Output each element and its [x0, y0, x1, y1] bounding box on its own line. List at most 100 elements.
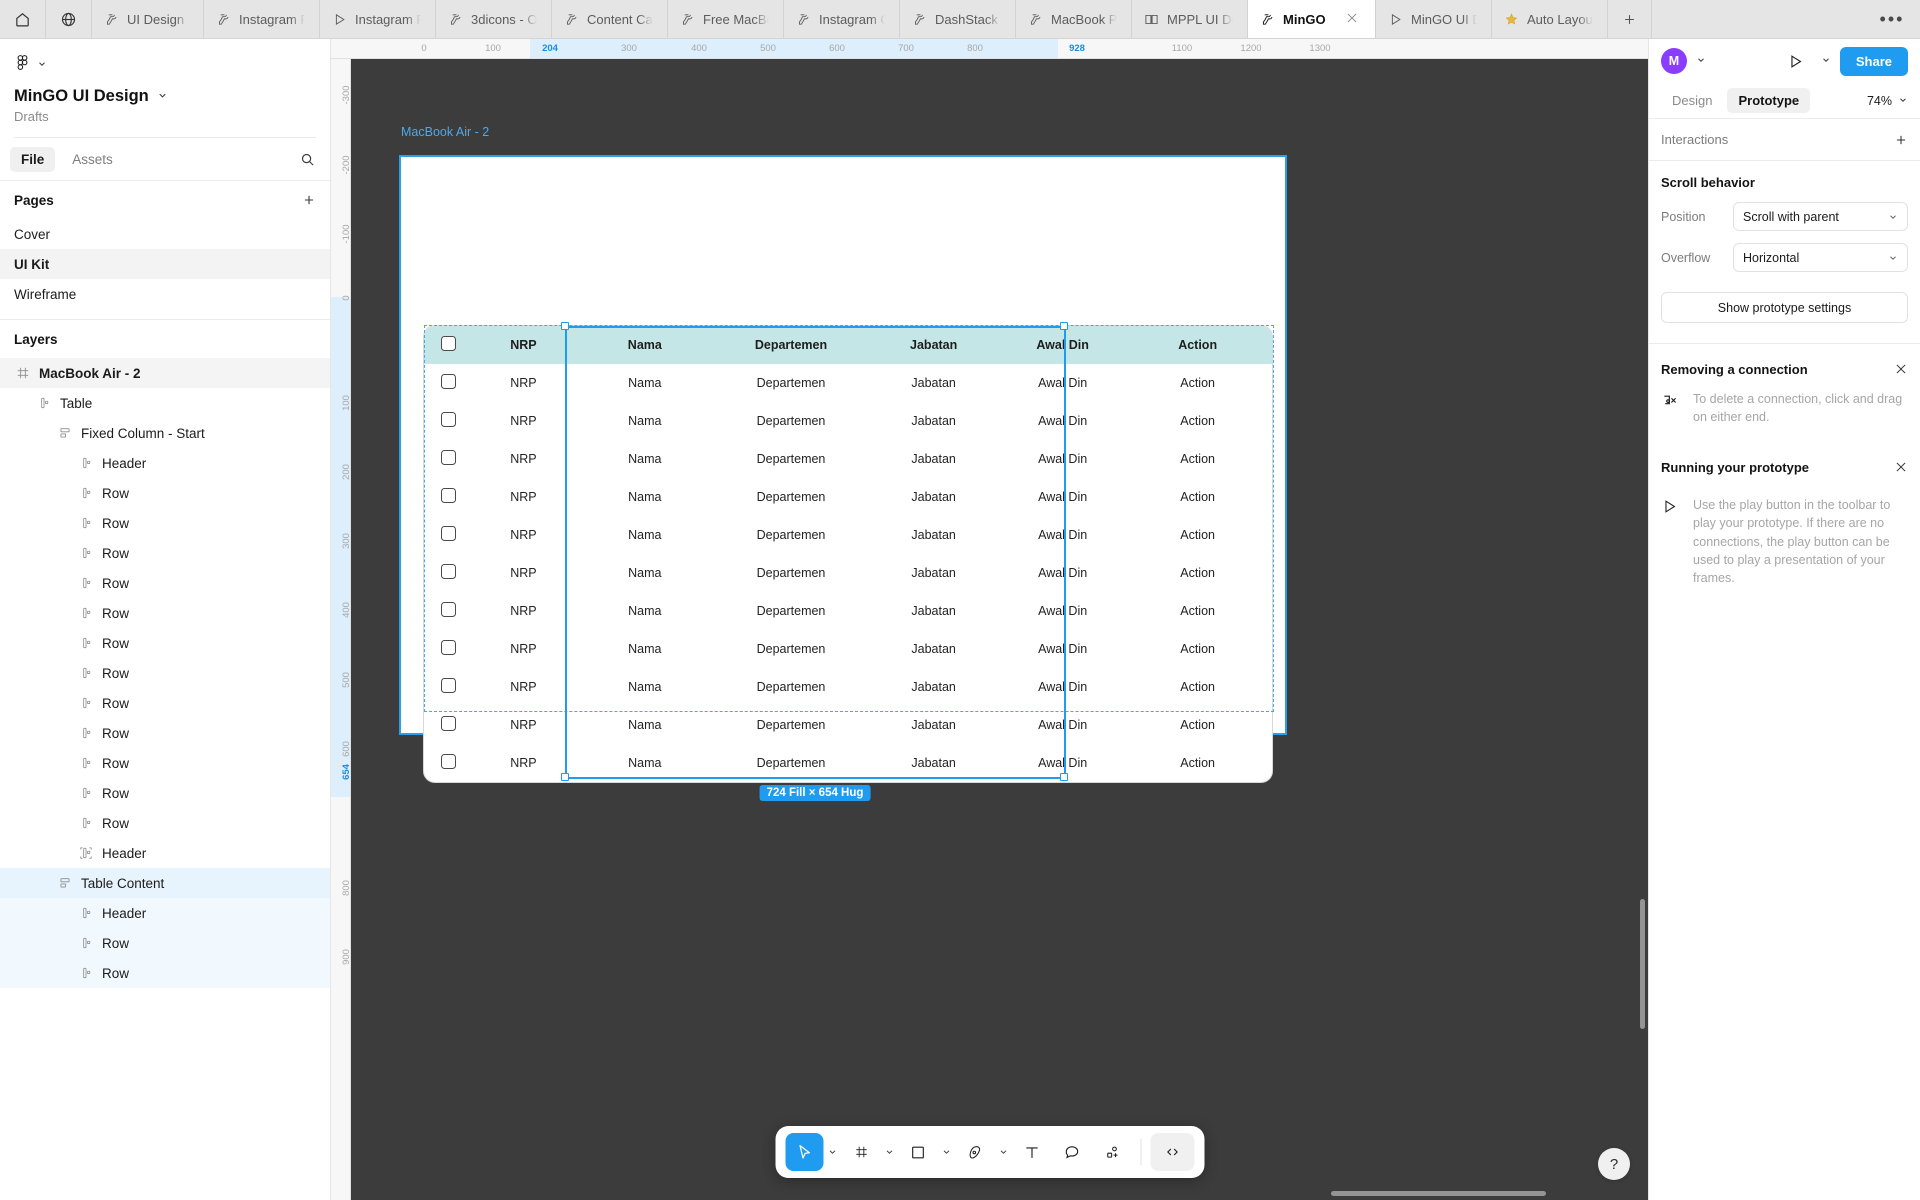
add-page-button[interactable]: [302, 193, 316, 207]
chevron-down-icon[interactable]: [996, 1147, 1011, 1157]
layer-row[interactable]: Row: [0, 568, 330, 598]
browser-tab-9[interactable]: MacBook Pr: [1016, 0, 1132, 38]
help-button[interactable]: ?: [1598, 1148, 1630, 1180]
layers-list[interactable]: MacBook Air - 2 Table Fixed Column - Start…: [0, 358, 330, 1200]
layer-row[interactable]: Row: [0, 628, 330, 658]
row-checkbox[interactable]: [441, 488, 457, 503]
row-checkbox[interactable]: [441, 678, 457, 693]
chevron-down-icon[interactable]: [939, 1147, 954, 1157]
layer-row[interactable]: Fixed Column - Start: [0, 418, 330, 448]
browser-tab-5[interactable]: Content Cal: [552, 0, 668, 38]
resize-handle-top-left[interactable]: [561, 322, 569, 330]
layer-row[interactable]: Row: [0, 808, 330, 838]
table-row[interactable]: NRP Nama Departemen Jabatan Awal Din Action: [424, 554, 1272, 592]
layer-row[interactable]: Row: [0, 958, 330, 988]
browser-tab-10[interactable]: MPPL UI De: [1132, 0, 1248, 38]
table-row[interactable]: NRP Nama Departemen Jabatan Awal Din Action: [424, 440, 1272, 478]
chevron-down-icon[interactable]: [825, 1147, 840, 1157]
browser-tab-13[interactable]: Auto Layout T: [1492, 0, 1608, 38]
canvas-horizontal-scrollbar[interactable]: [1331, 1191, 1546, 1196]
avatar[interactable]: M: [1661, 48, 1687, 74]
layer-row[interactable]: Row: [0, 508, 330, 538]
table-row[interactable]: NRP Nama Departemen Jabatan Awal Din Action: [424, 630, 1272, 668]
frame-tool[interactable]: [842, 1133, 880, 1171]
table-header-cell-dep[interactable]: Departemen: [717, 326, 866, 364]
table-header-cell-nrp[interactable]: NRP: [474, 326, 573, 364]
browser-tab-3[interactable]: Instagram P: [320, 0, 436, 38]
frame-label[interactable]: MacBook Air - 2: [401, 125, 489, 139]
shape-tool[interactable]: [899, 1133, 937, 1171]
file-title-row[interactable]: MinGO UI Design: [14, 87, 316, 106]
present-button[interactable]: [1787, 53, 1804, 70]
row-checkbox[interactable]: [441, 412, 457, 427]
resize-handle-bottom-left[interactable]: [561, 773, 569, 781]
home-icon[interactable]: [0, 0, 46, 38]
show-prototype-settings-button[interactable]: Show prototype settings: [1661, 292, 1908, 323]
figma-menu-row[interactable]: [14, 51, 316, 79]
position-select[interactable]: Scroll with parent: [1733, 202, 1908, 231]
canvas-vertical-scrollbar[interactable]: [1640, 899, 1645, 1029]
chevron-down-icon[interactable]: [1696, 52, 1706, 70]
browser-tab-7[interactable]: Instagram C: [784, 0, 900, 38]
overflow-select[interactable]: Horizontal: [1733, 243, 1908, 272]
table-header-cell-nama[interactable]: Nama: [573, 326, 717, 364]
browser-tab-1[interactable]: UI Design: [92, 0, 204, 38]
row-checkbox[interactable]: [441, 640, 457, 655]
table-row[interactable]: NRP Nama Departemen Jabatan Awal Din Action: [424, 516, 1272, 554]
resize-handle-bottom-right[interactable]: [1060, 773, 1068, 781]
table-header-cell-awal[interactable]: Awal Din: [1002, 326, 1123, 364]
row-checkbox[interactable]: [441, 564, 457, 579]
page-item-wireframe[interactable]: Wireframe: [0, 279, 330, 309]
layer-row[interactable]: MacBook Air - 2: [0, 358, 330, 388]
table-row[interactable]: NRP Nama Departemen Jabatan Awal Din Action: [424, 668, 1272, 706]
actions-tool[interactable]: [1093, 1133, 1131, 1171]
layer-row[interactable]: Header: [0, 898, 330, 928]
zoom-control[interactable]: 74%: [1867, 94, 1908, 108]
browser-tab-4[interactable]: 3dicons - O: [436, 0, 552, 38]
share-button[interactable]: Share: [1839, 46, 1908, 76]
layer-row[interactable]: Row: [0, 538, 330, 568]
row-checkbox[interactable]: [441, 374, 457, 389]
chevron-down-icon[interactable]: [882, 1147, 897, 1157]
close-icon[interactable]: [1345, 11, 1361, 27]
browser-tab-2[interactable]: Instagram P: [204, 0, 320, 38]
tab-prototype[interactable]: Prototype: [1727, 88, 1811, 113]
layer-row[interactable]: Table Content: [0, 868, 330, 898]
tab-design[interactable]: Design: [1661, 88, 1723, 113]
dev-mode-toggle[interactable]: [1150, 1133, 1194, 1171]
layer-row[interactable]: Row: [0, 688, 330, 718]
table-row[interactable]: NRP Nama Departemen Jabatan Awal Din Action: [424, 706, 1272, 744]
pen-tool[interactable]: [956, 1133, 994, 1171]
layer-row[interactable]: Row: [0, 748, 330, 778]
add-interaction-button[interactable]: [1894, 133, 1908, 147]
tabbar-more-button[interactable]: •••: [1864, 0, 1920, 38]
row-checkbox[interactable]: [441, 716, 457, 731]
canvas-stage[interactable]: MacBook Air - 2 NRP Nama Departemen Jabatan…: [351, 59, 1648, 1200]
browser-tab-11[interactable]: MinGO: [1248, 0, 1376, 38]
layer-row[interactable]: Row: [0, 778, 330, 808]
table-header-cell-check[interactable]: [424, 326, 474, 364]
row-checkbox[interactable]: [441, 526, 457, 541]
search-icon[interactable]: [294, 146, 320, 172]
table-row[interactable]: NRP Nama Departemen Jabatan Awal Din Action: [424, 592, 1272, 630]
browser-tab-8[interactable]: DashStack -: [900, 0, 1016, 38]
text-tool[interactable]: [1013, 1133, 1051, 1171]
table-row[interactable]: NRP Nama Departemen Jabatan Awal Din Action: [424, 402, 1272, 440]
chevron-down-icon[interactable]: [1898, 94, 1908, 108]
close-icon[interactable]: [1894, 362, 1908, 376]
table-header-cell-action[interactable]: Action: [1123, 326, 1272, 364]
page-item-ui-kit[interactable]: UI Kit: [0, 249, 330, 279]
layer-row[interactable]: Row: [0, 658, 330, 688]
canvas-area[interactable]: 0 100 204 300 400 500 600 700 800 928 1100 1200 1300…: [331, 39, 1648, 1200]
layer-row[interactable]: Header: [0, 838, 330, 868]
select-all-checkbox[interactable]: [441, 336, 457, 351]
layer-row[interactable]: Header: [0, 448, 330, 478]
table-header-cell-jab[interactable]: Jabatan: [865, 326, 1002, 364]
row-checkbox[interactable]: [441, 754, 457, 769]
browser-tab-6[interactable]: Free MacBo: [668, 0, 784, 38]
layer-row[interactable]: Row: [0, 598, 330, 628]
layer-row[interactable]: Table: [0, 388, 330, 418]
page-item-cover[interactable]: Cover: [0, 219, 330, 249]
chevron-down-icon[interactable]: [37, 56, 47, 74]
close-icon[interactable]: [1894, 460, 1908, 474]
